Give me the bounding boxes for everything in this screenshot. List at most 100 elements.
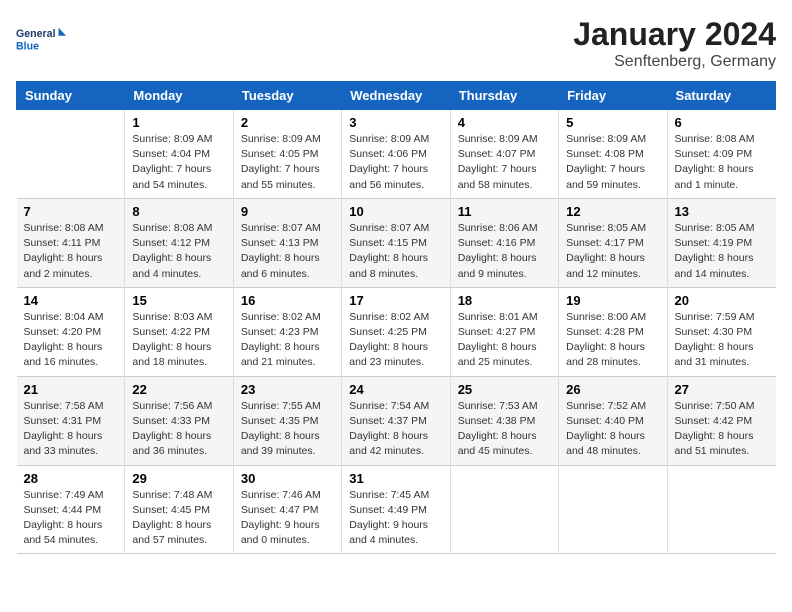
day-header-friday: Friday [559,82,667,110]
calendar-cell: 22 Sunrise: 7:56 AMSunset: 4:33 PMDayligh… [125,376,233,465]
day-header-saturday: Saturday [667,82,775,110]
day-header-tuesday: Tuesday [233,82,341,110]
calendar-cell: 11 Sunrise: 8:06 AMSunset: 4:16 PMDayligh… [450,198,558,287]
calendar-cell: 28 Sunrise: 7:49 AMSunset: 4:44 PMDayligh… [17,465,125,554]
day-info: Sunrise: 8:00 AMSunset: 4:28 PMDaylight:… [566,310,659,371]
calendar-cell: 9 Sunrise: 8:07 AMSunset: 4:13 PMDaylight… [233,198,341,287]
day-info: Sunrise: 8:07 AMSunset: 4:13 PMDaylight:… [241,221,334,282]
day-info: Sunrise: 7:58 AMSunset: 4:31 PMDaylight:… [24,399,118,460]
week-row-2: 7 Sunrise: 8:08 AMSunset: 4:11 PMDaylight… [17,198,776,287]
day-header-thursday: Thursday [450,82,558,110]
day-info: Sunrise: 8:05 AMSunset: 4:17 PMDaylight:… [566,221,659,282]
day-number: 23 [241,382,334,397]
day-number: 31 [349,471,442,486]
calendar-cell: 27Sunrise: 7:50 AMSunset: 4:42 PMDayligh… [667,376,775,465]
calendar-cell [17,110,125,199]
day-info: Sunrise: 7:53 AMSunset: 4:38 PMDaylight:… [458,399,551,460]
calendar-table: SundayMondayTuesdayWednesdayThursdayFrid… [16,81,776,554]
calendar-cell: 17 Sunrise: 8:02 AMSunset: 4:25 PMDayligh… [342,287,450,376]
week-row-3: 14Sunrise: 8:04 AMSunset: 4:20 PMDayligh… [17,287,776,376]
calendar-cell: 26 Sunrise: 7:52 AMSunset: 4:40 PMDayligh… [559,376,667,465]
calendar-cell: 29 Sunrise: 7:48 AMSunset: 4:45 PMDayligh… [125,465,233,554]
calendar-cell: 20 Sunrise: 7:59 AMSunset: 4:30 PMDayligh… [667,287,775,376]
calendar-cell [450,465,558,554]
day-info: Sunrise: 8:05 AMSunset: 4:19 PMDaylight:… [675,221,769,282]
day-info: Sunrise: 8:09 AMSunset: 4:05 PMDaylight:… [241,132,334,193]
day-number: 25 [458,382,551,397]
calendar-cell: 25 Sunrise: 7:53 AMSunset: 4:38 PMDayligh… [450,376,558,465]
day-info: Sunrise: 7:45 AMSunset: 4:49 PMDaylight:… [349,488,442,549]
svg-text:Blue: Blue [16,40,39,52]
day-info: Sunrise: 8:02 AMSunset: 4:25 PMDaylight:… [349,310,442,371]
header: General Blue January 2024 Senftenberg, G… [16,16,776,71]
day-info: Sunrise: 8:07 AMSunset: 4:15 PMDaylight:… [349,221,442,282]
calendar-cell: 18 Sunrise: 8:01 AMSunset: 4:27 PMDayligh… [450,287,558,376]
day-number: 12 [566,204,659,219]
calendar-cell: 14Sunrise: 8:04 AMSunset: 4:20 PMDayligh… [17,287,125,376]
day-number: 22 [132,382,225,397]
day-info: Sunrise: 8:02 AMSunset: 4:23 PMDaylight:… [241,310,334,371]
week-row-1: 1 Sunrise: 8:09 AMSunset: 4:04 PMDaylight… [17,110,776,199]
day-number: 26 [566,382,659,397]
week-row-5: 28 Sunrise: 7:49 AMSunset: 4:44 PMDayligh… [17,465,776,554]
day-number: 8 [132,204,225,219]
calendar-cell: 19 Sunrise: 8:00 AMSunset: 4:28 PMDayligh… [559,287,667,376]
day-info: Sunrise: 7:46 AMSunset: 4:47 PMDaylight:… [241,488,334,549]
day-header-wednesday: Wednesday [342,82,450,110]
calendar-cell: 16Sunrise: 8:02 AMSunset: 4:23 PMDayligh… [233,287,341,376]
week-row-4: 21 Sunrise: 7:58 AMSunset: 4:31 PMDayligh… [17,376,776,465]
day-info: Sunrise: 7:59 AMSunset: 4:30 PMDaylight:… [675,310,769,371]
day-info: Sunrise: 7:50 AMSunset: 4:42 PMDaylight:… [675,399,769,460]
calendar-cell: 4 Sunrise: 8:09 AMSunset: 4:07 PMDaylight… [450,110,558,199]
day-info: Sunrise: 7:55 AMSunset: 4:35 PMDaylight:… [241,399,334,460]
calendar-cell: 7 Sunrise: 8:08 AMSunset: 4:11 PMDaylight… [17,198,125,287]
day-number: 2 [241,115,334,130]
calendar-cell: 10Sunrise: 8:07 AMSunset: 4:15 PMDayligh… [342,198,450,287]
day-number: 11 [458,204,551,219]
day-info: Sunrise: 8:09 AMSunset: 4:04 PMDaylight:… [132,132,225,193]
day-number: 7 [24,204,118,219]
day-info: Sunrise: 7:48 AMSunset: 4:45 PMDaylight:… [132,488,225,549]
day-number: 4 [458,115,551,130]
day-number: 21 [24,382,118,397]
calendar-cell: 30 Sunrise: 7:46 AMSunset: 4:47 PMDayligh… [233,465,341,554]
day-info: Sunrise: 8:08 AMSunset: 4:11 PMDaylight:… [24,221,118,282]
day-header-sunday: Sunday [17,82,125,110]
day-info: Sunrise: 8:09 AMSunset: 4:08 PMDaylight:… [566,132,659,193]
day-info: Sunrise: 7:56 AMSunset: 4:33 PMDaylight:… [132,399,225,460]
day-number: 20 [675,293,769,308]
calendar-cell [667,465,775,554]
day-info: Sunrise: 8:09 AMSunset: 4:07 PMDaylight:… [458,132,551,193]
day-number: 28 [24,471,118,486]
day-number: 19 [566,293,659,308]
calendar-cell: 3 Sunrise: 8:09 AMSunset: 4:06 PMDaylight… [342,110,450,199]
main-title: January 2024 [573,16,776,53]
day-number: 17 [349,293,442,308]
calendar-cell: 5 Sunrise: 8:09 AMSunset: 4:08 PMDaylight… [559,110,667,199]
calendar-cell: 2 Sunrise: 8:09 AMSunset: 4:05 PMDaylight… [233,110,341,199]
day-info: Sunrise: 7:52 AMSunset: 4:40 PMDaylight:… [566,399,659,460]
day-info: Sunrise: 8:06 AMSunset: 4:16 PMDaylight:… [458,221,551,282]
logo-svg: General Blue [16,16,66,61]
calendar-cell: 12 Sunrise: 8:05 AMSunset: 4:17 PMDayligh… [559,198,667,287]
sub-title: Senftenberg, Germany [573,53,776,71]
svg-text:General: General [16,28,56,40]
day-number: 6 [675,115,769,130]
day-number: 29 [132,471,225,486]
day-info: Sunrise: 8:01 AMSunset: 4:27 PMDaylight:… [458,310,551,371]
day-number: 1 [132,115,225,130]
day-number: 5 [566,115,659,130]
title-area: January 2024 Senftenberg, Germany [573,16,776,71]
day-number: 15 [132,293,225,308]
day-info: Sunrise: 8:09 AMSunset: 4:06 PMDaylight:… [349,132,442,193]
header-row: SundayMondayTuesdayWednesdayThursdayFrid… [17,82,776,110]
day-number: 30 [241,471,334,486]
day-info: Sunrise: 8:08 AMSunset: 4:09 PMDaylight:… [675,132,769,193]
day-info: Sunrise: 7:49 AMSunset: 4:44 PMDaylight:… [24,488,118,549]
day-number: 14 [24,293,118,308]
calendar-cell: 23 Sunrise: 7:55 AMSunset: 4:35 PMDayligh… [233,376,341,465]
day-number: 18 [458,293,551,308]
day-number: 13 [675,204,769,219]
day-number: 3 [349,115,442,130]
day-number: 9 [241,204,334,219]
